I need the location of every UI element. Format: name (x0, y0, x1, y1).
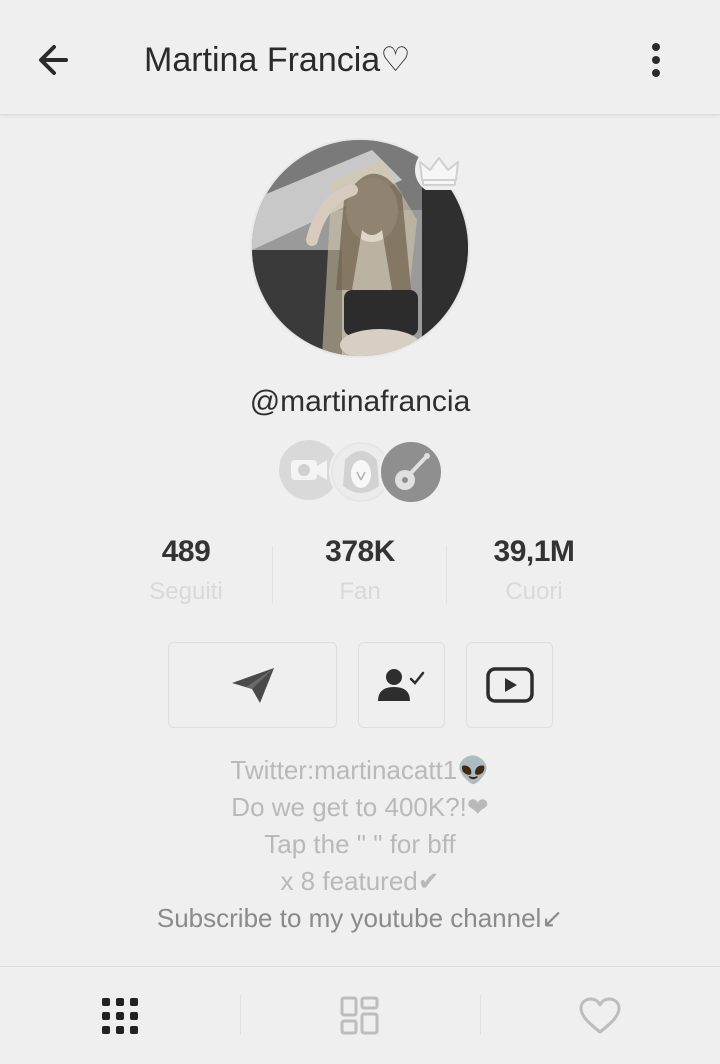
heart-icon (579, 997, 621, 1033)
stats-row: 489 Seguiti 378K Fan 39,1M Cuori (100, 532, 620, 612)
bio-line: Subscribe to my youtube channel↙ (156, 903, 564, 933)
stat-label: Cuori (505, 578, 563, 605)
more-vertical-icon (652, 43, 660, 77)
youtube-button[interactable] (466, 642, 553, 728)
tab-collage[interactable] (240, 967, 480, 1064)
arrow-left-icon (39, 45, 68, 75)
stat-hearts[interactable]: 39,1M Cuori (448, 532, 620, 610)
stat-value: 378K (325, 535, 395, 568)
profile-bio: Twitter:martinacatt1👽 Do we get to 400K?… (0, 752, 720, 937)
tab-liked[interactable] (480, 967, 720, 1064)
bio-line: Twitter:martinacatt1👽 (230, 755, 490, 785)
youtube-icon (485, 667, 534, 703)
follow-button[interactable] (358, 642, 445, 728)
tab-grid[interactable] (0, 967, 240, 1064)
stat-label: Fan (339, 578, 381, 605)
stat-value: 489 (161, 535, 211, 568)
content-tabs (0, 966, 720, 1064)
bio-line: Do we get to 400K?!❤ (231, 792, 489, 822)
stat-fans[interactable]: 378K Fan (274, 532, 446, 610)
guitar-badge[interactable] (379, 440, 443, 504)
bio-line: Tap the " " for bff (264, 829, 456, 859)
back-button[interactable] (30, 38, 74, 82)
grid-icon (102, 997, 138, 1034)
bio-line: x 8 featured✔ (280, 866, 440, 896)
top-bar: Martina Francia♡ (0, 0, 720, 115)
guitar-icon (395, 453, 430, 490)
collage-icon (340, 996, 379, 1034)
stat-value: 39,1M (493, 535, 575, 568)
user-check-icon (377, 669, 424, 701)
badge-row (279, 440, 443, 504)
message-button[interactable] (168, 642, 337, 728)
crown-icon (415, 150, 463, 190)
username: @martinafrancia (249, 385, 471, 418)
more-options-button[interactable] (636, 38, 676, 82)
stat-divider (446, 546, 447, 604)
stat-following[interactable]: 489 Seguiti (100, 532, 272, 610)
stat-label: Seguiti (149, 578, 223, 605)
stat-divider (272, 546, 273, 604)
send-icon (231, 668, 274, 703)
page-title: Martina Francia♡ (144, 41, 411, 79)
